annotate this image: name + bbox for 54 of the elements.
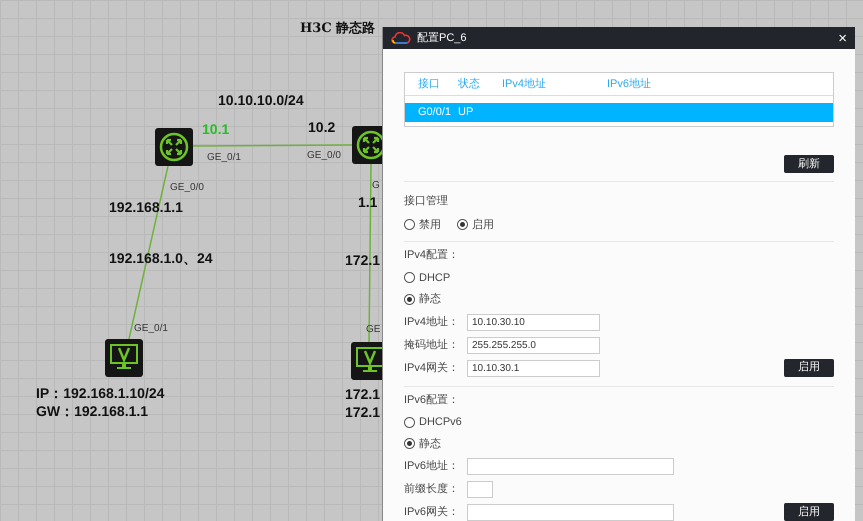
port-label: GE_0/0 [170,181,204,195]
section-heading: IPv4配置： [404,248,460,263]
input-field[interactable] [467,481,493,498]
radio-option[interactable]: 静态 [404,436,834,452]
radio-button[interactable] [404,294,415,305]
address-label: 10.1 [202,120,230,139]
radio-button[interactable] [404,416,415,428]
radio-button[interactable] [404,219,415,230]
port-label: GE_0/0 [307,149,341,163]
radio-option[interactable]: DHCPv6 [404,414,834,430]
radio-option[interactable]: 启用 [457,216,494,233]
address-label: 172.1 [345,403,380,422]
apply-button[interactable]: 启用 [784,503,834,521]
input-field[interactable]: 10.10.30.1 [467,360,600,376]
column-header: IPv4地址 [502,76,548,92]
section-heading: IPv6配置： [404,392,460,408]
dialog-title: 配置PC_6 [417,30,467,46]
port-label: G [372,179,380,193]
port-label: GE_0/1 [207,151,241,165]
column-header: 状态 [457,76,481,92]
field-label: IPv4网关： [404,360,460,376]
diagram-title: H3C 静态路 [300,20,376,38]
address-label: 10.2 [308,118,336,137]
table-cell-text: G0/0/1 [417,105,452,120]
table-cell-text: UP [457,105,474,120]
address-label: IP：192.168.1.10/24 [36,384,164,403]
radio-button[interactable] [404,272,415,284]
input-field[interactable]: 255.255.255.0 [467,336,600,354]
address-label: 10.10.10.0/24 [218,91,304,110]
monitor-icon[interactable] [105,339,143,377]
section-heading: 接口管理 [404,194,449,209]
radio-option[interactable]: 静态 [404,291,834,308]
apply-button[interactable]: 启用 [784,358,834,376]
field-label: IPv6网关： [404,504,460,520]
refresh-button[interactable]: 刷新 [784,155,834,173]
radio-option[interactable]: DHCP [404,270,834,286]
field-label: 前缀长度： [404,482,460,498]
radio-option[interactable]: 禁用 [404,216,441,233]
port-label: GE_0/1 [134,322,168,336]
input-field[interactable]: 10.10.30.10 [467,314,600,330]
column-header: IPv6地址 [607,76,652,92]
address-label: GW：192.168.1.1 [36,402,148,421]
address-label: 172.1 [345,385,380,404]
radio-button[interactable] [404,438,415,450]
router-icon[interactable] [155,128,193,166]
column-header: 接口 [417,76,441,92]
input-field[interactable] [467,458,674,475]
field-label: 掩码地址： [404,338,460,353]
field-label: IPv4地址： [404,314,460,330]
cloud-icon [391,32,411,44]
field-label: IPv6地址： [404,459,460,474]
close-button[interactable]: × [838,30,847,46]
input-field[interactable] [467,504,674,521]
radio-button[interactable] [457,219,468,230]
